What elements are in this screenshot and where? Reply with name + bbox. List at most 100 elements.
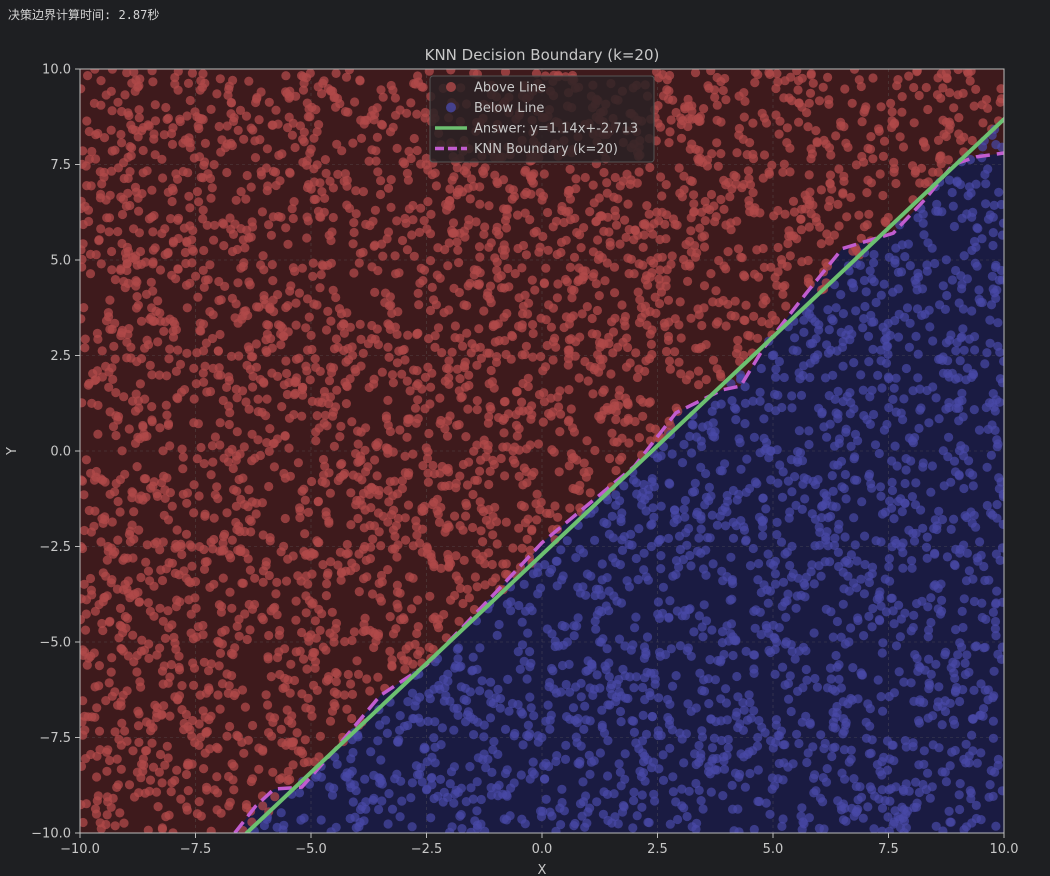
point-below xyxy=(867,274,877,284)
point-above xyxy=(789,207,800,217)
point-above xyxy=(156,565,166,575)
point-above xyxy=(235,526,245,537)
point-above xyxy=(700,216,710,226)
point-below xyxy=(864,611,874,622)
point-below xyxy=(828,370,838,380)
point-above xyxy=(594,291,604,301)
point-above xyxy=(267,731,277,741)
point-above xyxy=(911,166,921,176)
point-above xyxy=(243,310,253,321)
point-below xyxy=(611,490,621,500)
point-below xyxy=(848,663,858,673)
point-above xyxy=(173,345,183,355)
point-above xyxy=(340,637,350,647)
point-below xyxy=(962,650,972,660)
point-above xyxy=(594,193,604,203)
point-below xyxy=(597,575,607,585)
point-below xyxy=(760,728,770,738)
chart-title: KNN Decision Boundary (k=20) xyxy=(425,46,660,64)
point-above xyxy=(291,615,301,625)
point-below xyxy=(821,777,832,787)
point-above xyxy=(284,112,294,122)
point-below xyxy=(809,628,819,638)
point-above xyxy=(168,332,179,342)
point-above xyxy=(254,115,264,125)
point-below xyxy=(629,683,639,693)
point-above xyxy=(303,507,314,517)
point-above xyxy=(436,502,446,513)
point-below xyxy=(687,448,697,458)
point-above xyxy=(328,183,338,193)
point-above xyxy=(128,746,138,756)
point-above xyxy=(347,713,357,724)
point-below xyxy=(988,389,998,399)
point-above xyxy=(693,154,703,164)
point-above xyxy=(121,623,131,633)
point-above xyxy=(200,712,210,722)
point-above xyxy=(218,395,228,406)
point-below xyxy=(316,815,326,825)
point-above xyxy=(825,170,836,180)
point-above xyxy=(266,230,276,240)
point-below xyxy=(558,571,568,581)
point-above xyxy=(186,578,196,588)
point-above xyxy=(444,379,454,389)
point-below xyxy=(778,775,788,785)
point-above xyxy=(676,333,686,343)
point-above xyxy=(391,624,401,634)
point-above xyxy=(343,548,353,558)
point-below xyxy=(822,764,832,774)
point-below xyxy=(982,462,992,472)
point-above xyxy=(289,390,300,400)
point-above xyxy=(157,575,168,586)
point-above xyxy=(411,418,421,428)
point-above xyxy=(689,190,699,200)
point-below xyxy=(730,768,741,778)
point-above xyxy=(854,210,864,220)
point-above xyxy=(158,616,168,626)
point-above xyxy=(218,573,228,583)
point-above xyxy=(757,317,767,327)
point-above xyxy=(444,364,454,374)
point-above xyxy=(719,204,729,214)
point-above xyxy=(179,718,189,729)
point-above xyxy=(634,433,645,443)
point-below xyxy=(698,804,708,814)
point-below xyxy=(765,809,775,819)
point-above xyxy=(479,169,489,179)
point-above xyxy=(385,292,395,302)
point-above xyxy=(83,71,93,81)
point-above xyxy=(439,308,449,318)
point-above xyxy=(705,205,715,215)
point-above xyxy=(534,390,545,400)
point-above xyxy=(711,286,721,296)
point-below xyxy=(694,611,705,621)
point-above xyxy=(446,69,456,75)
point-below xyxy=(799,327,809,337)
point-below xyxy=(955,179,966,190)
point-above xyxy=(535,188,545,198)
point-below xyxy=(515,664,525,674)
point-below xyxy=(823,513,833,523)
point-below xyxy=(828,722,838,732)
point-above xyxy=(224,84,234,94)
point-below xyxy=(578,777,588,787)
point-above xyxy=(840,84,850,94)
point-above xyxy=(571,174,581,184)
point-above xyxy=(137,635,147,645)
point-below xyxy=(637,736,648,746)
point-above xyxy=(126,342,136,352)
point-above xyxy=(222,669,232,679)
point-above xyxy=(134,113,144,123)
point-above xyxy=(496,453,506,464)
point-above xyxy=(208,457,218,467)
point-below xyxy=(465,762,475,772)
point-below xyxy=(570,715,580,726)
point-above xyxy=(403,175,413,185)
point-below xyxy=(754,559,764,569)
point-above xyxy=(80,254,87,264)
point-above xyxy=(120,469,130,479)
point-above xyxy=(205,582,215,593)
point-above xyxy=(147,212,157,222)
point-above xyxy=(788,196,799,206)
